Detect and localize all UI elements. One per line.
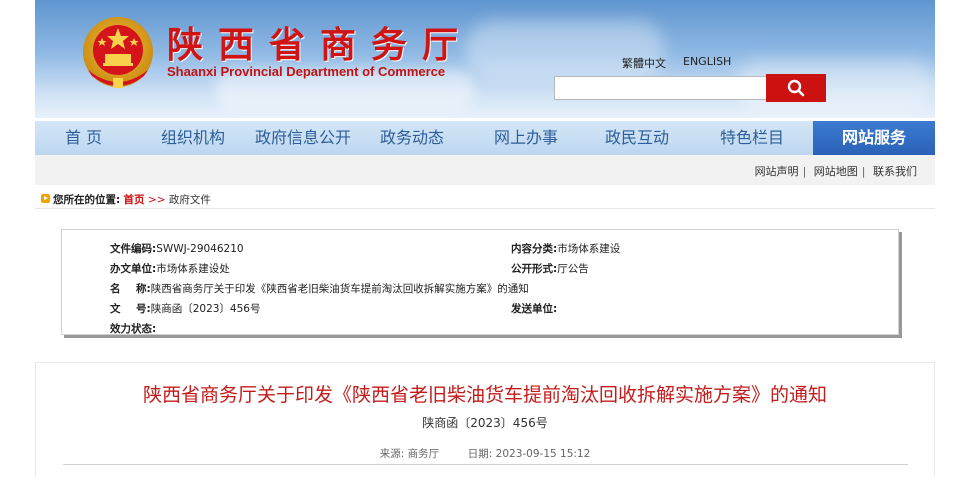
search-input[interactable]	[554, 76, 792, 100]
meta-value: 陕西省商务厅关于印发《陕西省老旧柴油货车提前淘汰回收拆解实施方案》的通知	[150, 283, 529, 295]
document-metadata-box: 文件编码:SWWJ-29046210 内容分类:市场体系建设 办文单位:市场体系…	[61, 229, 899, 335]
breadcrumb-separator: >>	[147, 194, 166, 206]
site-statement-link[interactable]: 网站声明	[755, 165, 799, 178]
traditional-chinese-link[interactable]: 繁體中文	[622, 55, 666, 71]
nav-item-news[interactable]: 政务动态	[380, 121, 444, 155]
separator: |	[802, 165, 807, 178]
nav-item-gov-info[interactable]: 政府信息公开	[255, 121, 351, 155]
article-title: 陕西省商务厅关于印发《陕西省老旧柴油货车提前淘汰回收拆解实施方案》的通知	[142, 384, 827, 406]
nav-item-features[interactable]: 特色栏目	[720, 121, 784, 155]
meta-value: SWWJ-29046210	[156, 243, 244, 255]
article-source-line: 来源: 商务厅 日期: 2023-09-15 15:12	[36, 446, 934, 461]
sub-links-bar: 网站声明 | 网站地图 | 联系我们	[35, 155, 935, 185]
site-title-cn: 陕西省商务厅	[167, 24, 474, 66]
meta-name: 名 称:陕西省商务厅关于印发《陕西省老旧柴油货车提前淘汰回收拆解实施方案》的通知	[110, 281, 529, 296]
article: 陕西省商务厅关于印发《陕西省老旧柴油货车提前淘汰回收拆解实施方案》的通知 陕商函…	[35, 362, 935, 477]
sub-links: 网站声明 | 网站地图 | 联系我们	[755, 163, 917, 179]
search-button[interactable]	[766, 74, 826, 102]
english-link[interactable]: ENGLISH	[683, 55, 731, 68]
meta-label: 公开形式:	[511, 263, 558, 275]
date-value: 2023-09-15 15:12	[495, 448, 591, 460]
meta-status: 效力状态:	[110, 321, 156, 336]
header-cloud	[465, 20, 665, 80]
meta-label: 办文单位:	[110, 263, 157, 275]
site-title-en: Shaanxi Provincial Department of Commerc…	[167, 64, 446, 79]
nav-item-site-services[interactable]: 网站服务	[813, 121, 935, 155]
separator: |	[861, 165, 866, 178]
meta-office: 办文单位:市场体系建设处	[110, 261, 230, 276]
main-nav: 首 页 组织机构 政府信息公开 政务动态 网上办事 政民互动 特色栏目 网站服务	[35, 121, 935, 155]
meta-form: 公开形式:厅公告	[511, 261, 589, 276]
nav-item-interaction[interactable]: 政民互动	[605, 121, 669, 155]
nav-item-home[interactable]: 首 页	[65, 121, 102, 155]
breadcrumb-current: 政府文件	[168, 194, 211, 206]
meta-number: 文 号:陕商函〔2023〕456号	[110, 301, 260, 316]
site-map-link[interactable]: 网站地图	[814, 165, 858, 178]
meta-doc-code: 文件编码:SWWJ-29046210	[110, 241, 244, 256]
meta-label: 名	[110, 283, 121, 295]
meta-value: 厅公告	[557, 263, 589, 275]
meta-label: 发送单位:	[511, 303, 558, 315]
date-label: 日期:	[467, 448, 493, 460]
meta-label: 号:	[136, 303, 151, 315]
meta-label: 效力状态:	[110, 323, 157, 335]
meta-label: 文	[110, 303, 121, 315]
breadcrumb-home-link[interactable]: 首页	[124, 194, 145, 206]
breadcrumb-arrow-icon	[41, 194, 50, 203]
meta-value: 市场体系建设处	[156, 263, 230, 275]
breadcrumb-label: 您所在的位置:	[53, 194, 121, 206]
site-header: 陕西省商务厅 Shaanxi Provincial Department of …	[35, 0, 935, 118]
national-emblem-icon	[83, 17, 153, 88]
breadcrumb: 您所在的位置: 首页 >> 政府文件	[35, 189, 935, 209]
source-value: 商务厅	[407, 448, 440, 460]
meta-category: 内容分类:市场体系建设	[511, 241, 620, 256]
nav-item-organization[interactable]: 组织机构	[161, 121, 225, 155]
breadcrumb-text: 您所在的位置: 首页 >> 政府文件	[53, 192, 211, 207]
meta-label: 文件编码:	[110, 243, 157, 255]
article-doc-number: 陕商函〔2023〕456号	[422, 416, 548, 430]
meta-label: 内容分类:	[511, 243, 558, 255]
meta-value: 市场体系建设	[557, 243, 621, 255]
source-label: 来源:	[379, 448, 405, 460]
contact-us-link[interactable]: 联系我们	[873, 165, 917, 178]
meta-label: 称:	[136, 283, 151, 295]
search-icon	[787, 79, 805, 97]
meta-sender: 发送单位:	[511, 301, 557, 316]
nav-item-online-services[interactable]: 网上办事	[494, 121, 558, 155]
divider	[63, 464, 908, 465]
meta-value: 陕商函〔2023〕456号	[150, 303, 261, 315]
